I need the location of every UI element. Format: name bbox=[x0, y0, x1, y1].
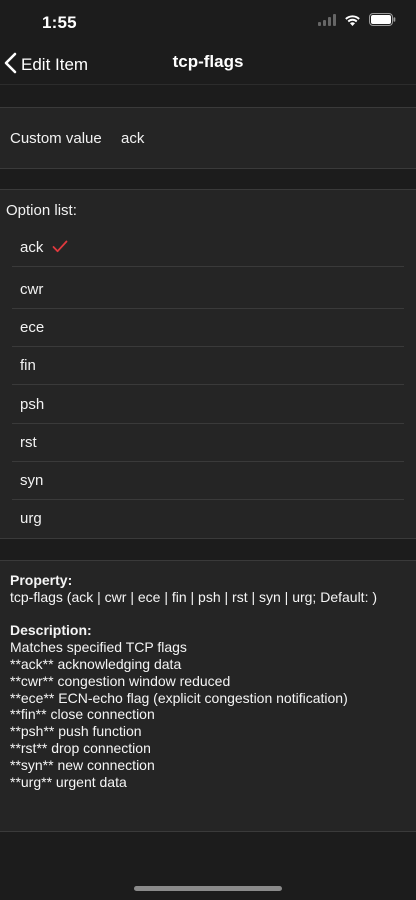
option-item-urg[interactable]: urg bbox=[0, 500, 416, 538]
description-text: Property: tcp-flags (ack | cwr | ece | f… bbox=[10, 572, 406, 790]
description-panel: Property: tcp-flags (ack | cwr | ece | f… bbox=[0, 560, 416, 832]
custom-value-row[interactable]: Custom value ack bbox=[0, 107, 416, 169]
checkmark-icon bbox=[52, 240, 68, 258]
description-line: **ece** ECN-echo flag (explicit congesti… bbox=[10, 689, 348, 706]
option-item-syn[interactable]: syn bbox=[0, 462, 416, 500]
description-line: **syn** new connection bbox=[10, 756, 155, 773]
status-time: 1:55 bbox=[42, 13, 77, 32]
description-line: **urg** urgent data bbox=[10, 773, 127, 790]
option-list: Option list: ack cwr ece fin psh rst syn… bbox=[0, 189, 416, 539]
option-item-ack[interactable]: ack bbox=[0, 229, 416, 267]
description-heading: Description: bbox=[10, 622, 92, 639]
property-heading: Property: bbox=[10, 572, 73, 588]
navigation-bar: Edit Item tcp-flags bbox=[0, 44, 416, 84]
description-line: **fin** close connection bbox=[10, 706, 155, 723]
option-divider bbox=[12, 266, 404, 267]
custom-value-label: Custom value bbox=[10, 130, 102, 147]
description-line: **cwr** congestion window reduced bbox=[10, 672, 231, 689]
status-bar: 1:55 bbox=[0, 0, 416, 44]
status-icons bbox=[318, 13, 396, 31]
option-list-header: Option list: bbox=[6, 202, 77, 219]
signal-icon bbox=[318, 13, 336, 31]
option-label: syn bbox=[20, 472, 44, 489]
wifi-icon bbox=[344, 13, 361, 31]
option-item-rst[interactable]: rst bbox=[0, 424, 416, 462]
battery-icon bbox=[369, 13, 396, 31]
description-line: Matches specified TCP flags bbox=[10, 639, 187, 656]
nav-divider bbox=[0, 84, 416, 85]
description-line: **rst** drop connection bbox=[10, 739, 151, 756]
description-line: **ack** acknowledging data bbox=[10, 655, 182, 672]
option-label: cwr bbox=[20, 281, 44, 298]
option-item-fin[interactable]: fin bbox=[0, 347, 416, 385]
option-divider bbox=[12, 384, 404, 385]
option-label: fin bbox=[20, 357, 36, 374]
option-item-cwr[interactable]: cwr bbox=[0, 271, 416, 309]
option-label: ece bbox=[20, 319, 45, 336]
option-label: rst bbox=[20, 434, 37, 451]
description-line: **psh** push function bbox=[10, 723, 142, 740]
option-item-psh[interactable]: psh bbox=[0, 386, 416, 424]
option-item-ece[interactable]: ece bbox=[0, 309, 416, 347]
page-title: tcp-flags bbox=[172, 52, 244, 71]
property-text: tcp-flags (ack | cwr | ece | fin | psh |… bbox=[10, 588, 378, 605]
option-label: ack bbox=[20, 239, 44, 256]
option-label: psh bbox=[20, 396, 45, 413]
option-label: urg bbox=[20, 510, 42, 527]
home-indicator[interactable] bbox=[134, 886, 282, 891]
custom-value-field[interactable]: ack bbox=[121, 130, 144, 147]
